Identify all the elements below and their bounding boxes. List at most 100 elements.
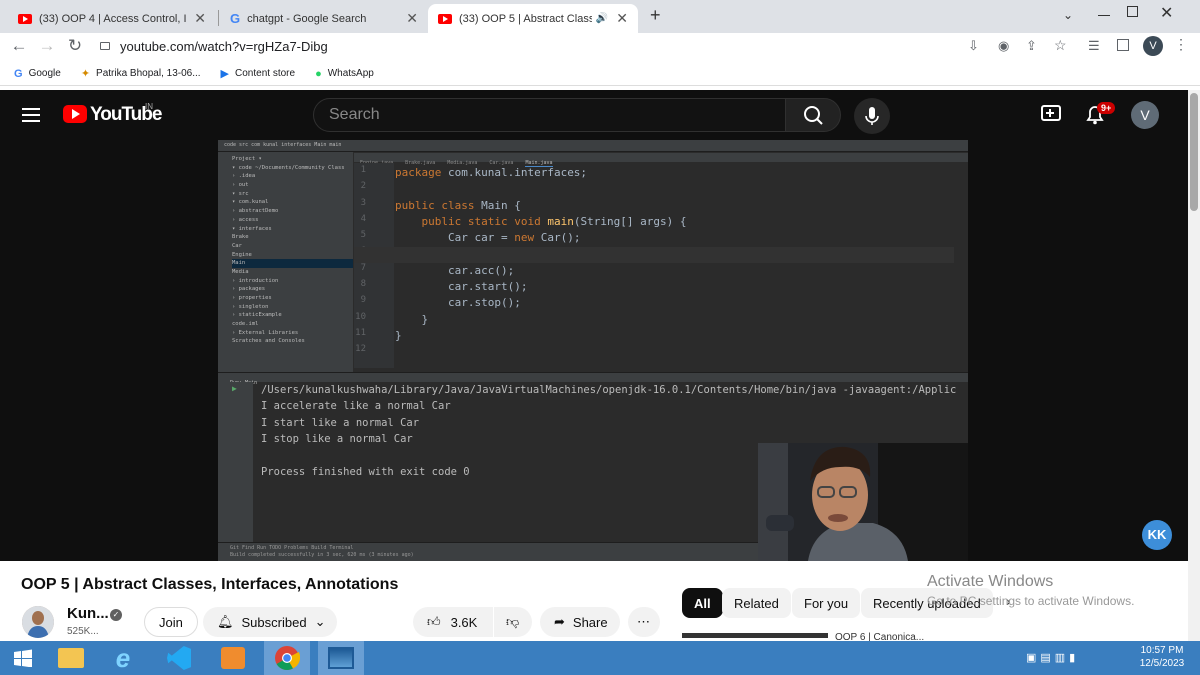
profile-avatar[interactable]: V [1143,36,1163,56]
code-line: car.acc(); [395,263,515,277]
subscriber-count: 525K... [67,626,99,637]
chip-all[interactable]: All [682,588,723,618]
media-app-icon[interactable] [210,641,256,675]
bookmark-whatsapp[interactable]: ● WhatsApp [315,68,374,80]
close-icon[interactable]: ✕ [406,10,418,27]
more-actions-button[interactable]: ⋯ [628,607,660,637]
webcam-overlay [758,443,968,561]
chip-for-you[interactable]: For you [792,588,861,618]
account-avatar[interactable]: V [1131,101,1159,129]
verified-icon: ✓ [110,609,122,621]
tree-item: ▾ code ~/Documents/Community Class [232,164,345,171]
ide-project-tree: Project ▾ ▾ code ~/Documents/Community Cl… [218,152,353,372]
bookmark-label: WhatsApp [327,68,374,79]
maximize-icon[interactable] [1127,6,1138,17]
subscribed-button[interactable]: 🔔︎ Subscribed ⌄ [203,607,337,637]
bookmark-google[interactable]: G Google [14,68,61,80]
console-line: I accelerate like a normal Car [261,400,451,413]
chevron-down-icon: ⌄ [314,614,326,629]
minimize-icon[interactable] [1098,15,1110,16]
chip-label: For you [804,595,849,611]
bookmark-label: Content store [235,68,296,79]
channel-avatar[interactable] [22,606,54,638]
search-button[interactable] [785,98,841,132]
line-number: 2 [360,181,366,192]
tab-search-icon[interactable]: ⌄ [1063,8,1073,22]
bookmark-star-icon[interactable]: ☆ [1054,37,1067,54]
tree-item: Media [232,268,249,275]
new-tab-button[interactable]: + [650,5,661,26]
like-count: 3.6K [450,614,478,630]
internet-explorer-icon[interactable]: e [100,641,146,675]
channel-name[interactable]: Kun... [67,605,109,622]
code-line: car.stop(); [395,296,521,310]
photos-app-icon[interactable] [318,641,364,675]
tree-item: ▾ interfaces [232,225,272,232]
taskbar-clock[interactable]: 10:57 PM 12/5/2023 [1132,644,1192,670]
close-icon[interactable]: ✕ [194,10,206,27]
voice-search-button[interactable] [854,98,890,134]
join-button[interactable]: Join [144,607,198,637]
line-number: 3 [360,197,366,208]
line-number: 4 [360,213,366,224]
tree-item: Car [232,242,242,249]
like-button[interactable]: 👍︎ 3.6K [413,607,493,637]
bookmark-patrika[interactable]: ✦ Patrika Bhopal, 13-06... [81,67,201,80]
tab-title: chatgpt - Google Search [247,12,367,25]
bookmark-content-store[interactable]: ▶ Content store [221,67,296,80]
close-icon[interactable]: ✕ [616,10,628,27]
scrollbar-thumb[interactable] [1190,93,1198,211]
dislike-button[interactable]: 👎︎ [494,607,532,637]
close-window-icon[interactable]: ✕ [1160,3,1173,23]
share-button[interactable]: ➦ Share [540,607,620,637]
tree-item: › packages [232,286,266,293]
side-panel-icon[interactable] [1117,39,1129,51]
back-icon[interactable]: ← [8,36,30,56]
console-line: /Users/kunalkushwaha/Library/Java/JavaVi… [261,384,957,396]
content-store-icon: ▶ [220,68,230,80]
reload-icon[interactable]: ↻ [64,36,86,56]
google-icon: G [14,67,23,80]
address-bar[interactable]: youtube.com/watch?v=rgHZa7-Dibg [96,35,1136,57]
menu-icon[interactable] [22,108,40,122]
channel-watermark[interactable]: KK [1142,520,1172,550]
clock-date: 12/5/2023 [1139,658,1185,669]
youtube-logo-icon[interactable] [63,105,87,123]
tree-item: › .idea [232,173,256,180]
eye-off-icon[interactable]: ◉ [998,38,1009,54]
chip-related[interactable]: Related [722,588,791,618]
tree-item: › out [232,182,249,189]
video-player[interactable]: code src com kunal interfaces Main main … [218,140,968,561]
search-input[interactable]: Search [313,98,786,132]
console-line: I start like a normal Car [261,416,420,429]
chrome-taskbar-icon[interactable] [264,641,310,675]
browser-tab-google[interactable]: G chatgpt - Google Search ✕ [220,4,428,33]
line-number: 7 [360,262,366,273]
browser-tab-oop5[interactable]: (33) OOP 5 | Abstract Classes, I 🔊 ✕ [428,4,638,33]
install-icon[interactable]: ⇩ [968,38,979,54]
tab-separator [218,10,219,26]
audio-icon[interactable]: 🔊 [596,13,608,24]
tray-icons[interactable]: ▣▤▥▮ [1026,651,1079,664]
start-button[interactable] [0,641,46,675]
ide-gutter: 123456789101112 [354,163,394,368]
create-video-icon[interactable] [1041,105,1061,121]
vscode-icon[interactable] [156,641,202,675]
bookmark-label: Google [28,68,61,79]
share-label: Share [572,614,608,630]
line-number: 5 [360,230,366,241]
youtube-icon [438,13,452,24]
tree-item: Main [232,259,353,268]
tree-item: Scratches and Consoles [232,338,305,345]
bell-icon: 🔔︎ [217,614,234,629]
recommendation-thumbnail[interactable] [682,633,828,638]
file-explorer-icon[interactable] [48,641,94,675]
activate-windows-subtitle: Go to PC settings to activate Windows. [927,594,1135,608]
browser-tab-oop4[interactable]: (33) OOP 4 | Access Control, In-built ✕ [8,4,216,33]
forward-icon[interactable]: → [36,36,58,56]
line-number: 10 [355,311,366,322]
reading-list-icon[interactable]: ☰ [1088,38,1100,54]
chrome-menu-icon[interactable]: ⋮ [1174,36,1188,53]
share-icon[interactable]: ⇪ [1026,38,1037,54]
